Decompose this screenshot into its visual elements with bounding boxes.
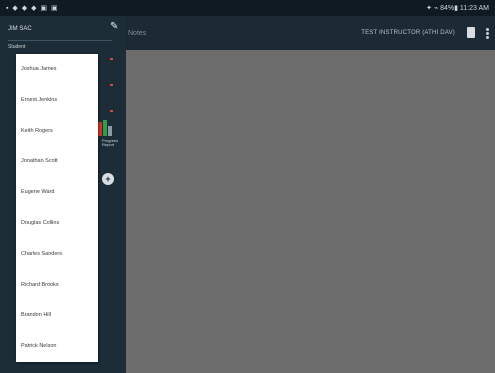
list-item[interactable]: Keith Rogers	[16, 116, 98, 147]
divider	[8, 40, 112, 41]
progress-chart-icon[interactable]	[98, 120, 114, 136]
status-left-icons: ▪ ◆ ◆ ◆ ▣ ▣	[6, 5, 59, 12]
status-bar: ▪ ◆ ◆ ◆ ▣ ▣ ✦ ⌁ 84%▮ 11:23 AM	[0, 0, 495, 16]
edit-icon[interactable]: ✎	[110, 22, 120, 32]
more-vert-icon[interactable]	[486, 28, 489, 39]
action-bar-title: Notes	[128, 30, 147, 37]
list-item[interactable]: Eugene Ward	[16, 177, 98, 208]
status-right-info: ✦ ⌁ 84%▮ 11:23 AM	[426, 5, 489, 12]
chart-caption: Progress Report	[102, 138, 119, 147]
list-item[interactable]: Richard Brooks	[16, 270, 98, 301]
instructor-label[interactable]: TEST INSTRUCTOR (ATHI DAV)	[361, 30, 455, 36]
add-circle-icon[interactable]: +	[102, 173, 114, 185]
list-item[interactable]: Charles Sanders	[16, 239, 98, 270]
list-item[interactable]: Brandon Hill	[16, 300, 98, 331]
content-area-dimmed[interactable]	[126, 50, 495, 373]
list-item[interactable]: Patrick Nelson	[16, 331, 98, 362]
chart-bar-red	[98, 122, 102, 136]
drawer-user-name: JIM SAC	[8, 26, 32, 32]
dropdown-indicator[interactable]	[110, 58, 113, 60]
list-item[interactable]: Ernest Jenkins	[16, 85, 98, 116]
list-item[interactable]: Jonathan Scott	[16, 146, 98, 177]
list-item[interactable]: Joshua James	[16, 54, 98, 85]
student-label: Student	[8, 44, 26, 50]
dropdown-indicator[interactable]	[110, 84, 113, 86]
document-icon[interactable]	[467, 27, 475, 38]
list-item[interactable]: Douglas Collins	[16, 208, 98, 239]
chart-bar-green	[103, 120, 107, 136]
chart-bar-gray	[108, 126, 112, 136]
dropdown-indicator[interactable]	[110, 110, 113, 112]
student-dropdown-list[interactable]: Joshua James Ernest Jenkins Keith Rogers…	[16, 54, 98, 362]
